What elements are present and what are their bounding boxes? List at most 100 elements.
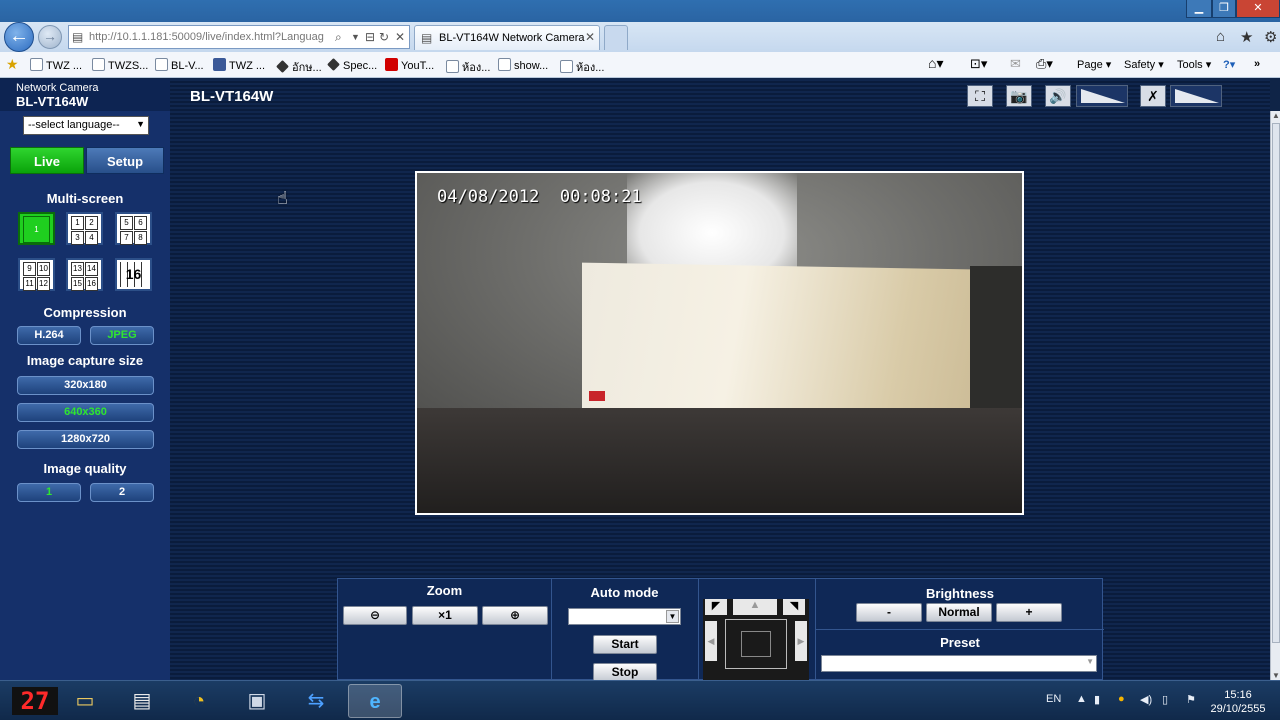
size-640x360-button[interactable]: 640x360 [17, 403, 154, 422]
internet-explorer-app-icon[interactable]: e [348, 684, 402, 718]
quality-2-button[interactable]: 2 [90, 483, 154, 502]
scroll-up-icon[interactable]: ▲ [1272, 111, 1280, 120]
stop-button[interactable]: Stop [593, 663, 657, 680]
network-signal-icon[interactable]: ▮ [1094, 693, 1100, 706]
speaker-icon[interactable]: 🔊 [1045, 85, 1071, 107]
h264-button[interactable]: H.264 [17, 326, 81, 345]
volume-icon[interactable]: ◀) [1140, 693, 1152, 706]
folder-app-icon[interactable]: ◔ [172, 684, 226, 718]
refresh-icon[interactable]: ↻ [379, 30, 389, 44]
favorite-link[interactable]: ห้อง... [560, 58, 604, 76]
live-button[interactable]: Live [10, 147, 84, 174]
battery-icon[interactable]: ▯ [1162, 693, 1168, 706]
close-tab-icon[interactable]: ✕ [585, 30, 595, 44]
search-icon[interactable]: ⌕ [335, 30, 342, 45]
address-bar[interactable]: ▤ http://10.1.1.181:50009/live/index.htm… [68, 25, 410, 49]
zoom-in-button[interactable]: ⊕ [482, 606, 548, 625]
quality-1-button[interactable]: 1 [17, 483, 81, 502]
auto-mode-select[interactable]: ▼ [568, 608, 681, 625]
address-text[interactable]: http://10.1.1.181:50009/live/index.html?… [89, 31, 324, 43]
back-button[interactable]: ← [4, 22, 34, 52]
zoom-reset-button[interactable]: ×1 [412, 606, 478, 625]
dropdown-icon[interactable]: ▼ [351, 32, 360, 42]
favorite-link[interactable]: TWZ ... [213, 58, 265, 72]
tools-menu[interactable]: Tools ▾ [1177, 58, 1211, 71]
arrow-up-icon[interactable]: ▲ [733, 599, 777, 615]
multiscreen-16-button[interactable]: 16 [115, 258, 152, 291]
safety-menu[interactable]: Safety ▾ [1124, 58, 1164, 71]
favorite-link[interactable]: YouT... [385, 58, 434, 72]
multiscreen-13-16-button[interactable]: 13 14 15 16 [66, 258, 103, 291]
brightness-minus-button[interactable]: - [856, 603, 922, 622]
page-icon [30, 58, 43, 71]
fullscreen-icon[interactable]: ⛶ [967, 85, 993, 107]
minimize-button[interactable]: ▁ [1186, 0, 1212, 18]
multiscreen-9-12-button[interactable]: 9 10 11 12 [18, 258, 55, 291]
start-button[interactable]: Start [593, 635, 657, 654]
settings-gear-icon[interactable]: ⚙ [1264, 28, 1277, 46]
forward-button[interactable]: → [38, 25, 62, 49]
multiscreen-5-8-button[interactable]: 5 6 7 8 [115, 212, 152, 245]
print-icon[interactable]: ⎙▾ [1036, 56, 1053, 72]
favorites-star-icon[interactable]: ★ [6, 56, 19, 73]
favorite-link[interactable]: อักษ... [276, 58, 322, 76]
alert-icon[interactable]: ● [1118, 693, 1125, 705]
mic-mute-icon[interactable]: ✗ [1140, 85, 1166, 107]
arrow-left-icon[interactable]: ◀ [705, 621, 717, 661]
favorite-link[interactable]: BL-V... [155, 58, 204, 72]
preset-title: Preset [940, 635, 980, 650]
brightness-normal-button[interactable]: Normal [926, 603, 992, 622]
stop-icon[interactable]: ✕ [395, 30, 405, 44]
mic-volume-slider[interactable] [1170, 85, 1222, 107]
compat-view-icon[interactable]: ⊟ [365, 30, 375, 44]
multiscreen-4-button[interactable]: 1 2 3 4 [66, 212, 103, 245]
arrow-right-icon[interactable]: ▶ [795, 621, 807, 661]
home-icon[interactable]: ⌂ [1216, 28, 1225, 45]
setup-button[interactable]: Setup [86, 147, 164, 174]
language-indicator[interactable]: EN [1046, 693, 1061, 705]
notepad-app-icon[interactable]: ▤ [115, 684, 169, 718]
show-hidden-icons-icon[interactable]: ▲ [1076, 693, 1087, 705]
jpeg-button[interactable]: JPEG [90, 326, 154, 345]
favorite-link[interactable]: Spec... [327, 58, 377, 72]
vertical-scrollbar[interactable]: ▲ ▼ [1270, 111, 1280, 680]
favorite-link[interactable]: show... [498, 58, 548, 72]
more-icon[interactable]: » [1254, 58, 1260, 70]
favorites-star-icon[interactable]: ★ [1240, 28, 1253, 46]
snapshot-camera-icon[interactable]: 📷 [1006, 85, 1032, 107]
pan-tilt-pad[interactable]: ◤ ▲ ◥ ◀ ▶ [703, 599, 809, 680]
brightness-plus-button[interactable]: + [996, 603, 1062, 622]
network-app-icon[interactable]: ⇆ [289, 684, 343, 718]
pan-tilt-center[interactable] [725, 619, 787, 669]
computer-app-icon[interactable]: ▣ [230, 684, 284, 718]
page-menu[interactable]: Page ▾ [1077, 58, 1111, 71]
arrow-up-left-icon[interactable]: ◤ [705, 599, 727, 615]
tab-camera[interactable]: ▤ BL-VT164W Network Camera ✕ [414, 25, 600, 50]
language-select[interactable]: --select language-- ▼ [23, 116, 149, 135]
mail-icon[interactable]: ✉ [1010, 56, 1021, 72]
arrow-up-right-icon[interactable]: ◥ [783, 599, 805, 615]
favorite-link[interactable]: TWZS... [92, 58, 148, 72]
preset-select[interactable]: ▼ [821, 655, 1097, 672]
speaker-volume-slider[interactable] [1076, 85, 1128, 107]
counter-widget[interactable]: 27 [12, 687, 58, 715]
brightness-title: Brightness [926, 586, 994, 601]
close-window-button[interactable]: ✕ [1236, 0, 1280, 18]
home-icon[interactable]: ⌂▾ [928, 55, 943, 72]
new-tab[interactable] [604, 25, 628, 50]
help-icon[interactable]: ?▾ [1223, 58, 1235, 71]
feeds-icon[interactable]: ⊡▾ [970, 56, 987, 72]
clock[interactable]: 15:16 29/10/2555 [1205, 688, 1271, 716]
scroll-thumb[interactable] [1272, 123, 1280, 643]
action-center-icon[interactable]: ⚑ [1186, 693, 1196, 706]
live-video[interactable]: 04/08/2012 00:08:21 [415, 171, 1024, 515]
scroll-down-icon[interactable]: ▼ [1272, 671, 1280, 680]
maximize-button[interactable]: ❐ [1212, 0, 1236, 18]
favorite-link[interactable]: TWZ ... [30, 58, 82, 72]
explorer-app-icon[interactable]: ▭ [58, 684, 112, 718]
zoom-out-button[interactable]: ⊖ [343, 606, 407, 625]
size-1280x720-button[interactable]: 1280x720 [17, 430, 154, 449]
favorite-link[interactable]: ห้อง... [446, 58, 490, 76]
multiscreen-1-button[interactable]: 1 [18, 212, 55, 245]
size-320x180-button[interactable]: 320x180 [17, 376, 154, 395]
